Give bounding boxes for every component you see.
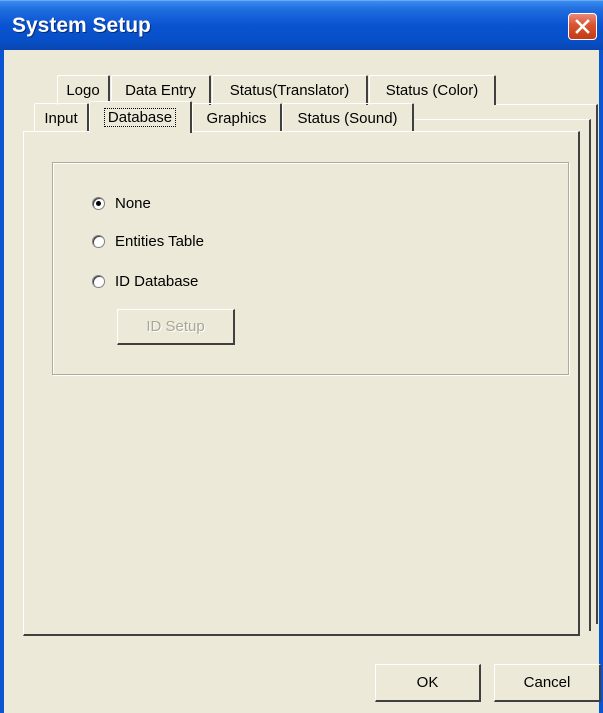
radio-button-icon[interactable] xyxy=(92,235,105,248)
tab-label: Status (Color) xyxy=(385,82,479,99)
close-button[interactable] xyxy=(568,13,597,40)
tab-status-color[interactable]: Status (Color) xyxy=(369,75,496,105)
tab-graphics[interactable]: Graphics xyxy=(192,103,282,133)
title-bar[interactable]: System Setup xyxy=(0,0,603,50)
tab-database[interactable]: Database xyxy=(89,101,192,133)
radio-label: Entities Table xyxy=(115,233,204,250)
tab-label: Status(Translator) xyxy=(229,82,350,99)
tab-status-translator[interactable]: Status(Translator) xyxy=(212,75,368,105)
close-icon xyxy=(575,19,590,34)
tab-status-sound[interactable]: Status (Sound) xyxy=(282,103,414,133)
database-tab-page: None Entities Table ID Database ID Setup xyxy=(23,131,580,636)
cancel-button[interactable]: Cancel xyxy=(494,664,601,702)
radio-button-icon[interactable] xyxy=(92,275,105,288)
radio-label: ID Database xyxy=(115,273,199,290)
window-title: System Setup xyxy=(12,14,151,37)
tab-label: Data Entry xyxy=(125,82,196,99)
radio-entities-table[interactable]: Entities Table xyxy=(92,233,204,250)
window-frame-left xyxy=(0,50,4,713)
radio-label: None xyxy=(115,195,151,212)
tab-label: Graphics xyxy=(206,110,267,127)
tab-label: Database xyxy=(103,108,177,127)
radio-button-icon[interactable] xyxy=(92,197,105,210)
id-setup-button[interactable]: ID Setup xyxy=(117,309,235,345)
window-frame-right xyxy=(599,50,603,713)
tab-input[interactable]: Input xyxy=(34,103,89,133)
radio-none[interactable]: None xyxy=(92,195,151,212)
tab-label: Status (Sound) xyxy=(297,110,398,127)
tab-label: Input xyxy=(44,110,78,127)
tab-label: Logo xyxy=(66,82,100,99)
ok-button[interactable]: OK xyxy=(375,664,481,702)
radio-selected-dot xyxy=(96,201,101,206)
radio-id-database[interactable]: ID Database xyxy=(92,273,198,290)
